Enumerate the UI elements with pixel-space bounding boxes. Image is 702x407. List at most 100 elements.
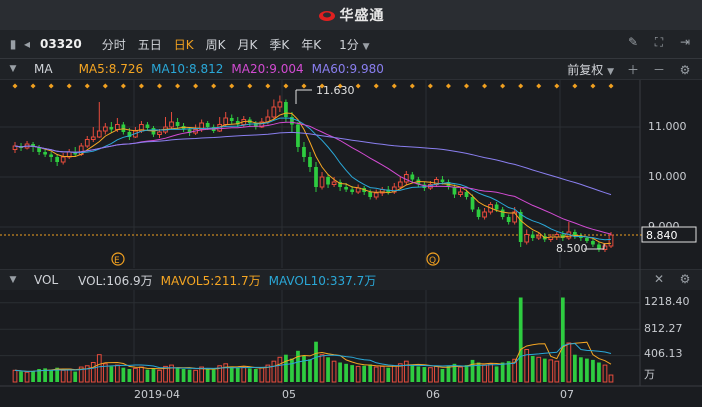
tab-period-monthly[interactable]: 月K <box>238 36 258 53</box>
ma5-line <box>14 112 612 245</box>
volume-bar <box>290 358 294 382</box>
candle-body <box>277 101 283 108</box>
candle-body <box>397 181 403 188</box>
title-bar: 华盛通 <box>0 0 702 30</box>
volume-bar <box>548 359 554 383</box>
volume-bar <box>403 360 409 383</box>
volume-bar <box>597 362 601 382</box>
high-annotation: 11.630 <box>316 84 355 97</box>
candle-body <box>338 182 342 187</box>
tab-period-quarterly[interactable]: 季K <box>269 36 289 53</box>
exit-icon[interactable]: ⇥ <box>678 35 692 49</box>
volume-bar <box>205 369 210 382</box>
panel-toggle-icon[interactable]: ▮ <box>6 37 20 51</box>
candle-body <box>133 130 138 138</box>
volume-bar <box>109 366 114 382</box>
candle-body <box>102 126 108 132</box>
volume-bar <box>331 360 337 383</box>
candle-body <box>512 211 518 223</box>
event-diamond-marker <box>464 83 470 89</box>
mavol10-line <box>14 342 612 372</box>
volume-bar <box>175 367 180 382</box>
candle-body <box>151 128 156 135</box>
volume-bar <box>602 364 608 383</box>
volume-bar <box>410 365 415 382</box>
gear-icon[interactable]: ⚙ <box>678 272 692 286</box>
interval-value: 1分 <box>339 37 359 52</box>
candle-body <box>139 124 144 132</box>
vol-value: VOL:106.9万 <box>78 273 153 288</box>
candle-body <box>344 187 348 190</box>
event-diamond-marker <box>301 83 307 89</box>
gear-icon[interactable]: ⚙ <box>678 63 692 77</box>
candle-body <box>554 234 560 238</box>
volume-bar <box>55 367 60 382</box>
candle-body <box>410 174 415 180</box>
fullscreen-icon[interactable]: ⛶ <box>652 35 666 49</box>
candle-body <box>157 131 162 135</box>
adjust-select[interactable]: 前复权 ▼ <box>567 61 614 78</box>
candle-body <box>452 187 457 195</box>
candle-body <box>163 126 168 133</box>
stock-code: 03320 <box>40 37 82 51</box>
volume-bar <box>247 368 252 382</box>
vol-tick-label: 1218.40 <box>644 295 690 308</box>
chevron-down-icon: ▼ <box>607 67 614 77</box>
volume-panel-bg <box>0 290 702 386</box>
candle-body <box>542 236 547 240</box>
volume-bar <box>560 297 565 382</box>
volume-bar <box>362 365 367 382</box>
volume-bar <box>470 359 475 382</box>
candle-body <box>181 126 186 130</box>
minus-icon[interactable]: － <box>652 63 666 77</box>
candle-body <box>440 179 445 182</box>
ma-label: MA <box>34 62 53 76</box>
pen-icon[interactable]: ✎ <box>626 35 640 49</box>
collapse-icon[interactable]: ▼ <box>6 273 20 287</box>
event-diamond-marker <box>193 83 199 89</box>
candlesticks <box>12 95 614 252</box>
volume-bar <box>296 350 300 382</box>
candle-body <box>573 232 577 236</box>
volume-bar <box>181 369 186 382</box>
candle-body <box>247 119 252 123</box>
x-tick-label: 2019-04 <box>134 388 180 401</box>
candle-body <box>78 145 84 155</box>
event-diamond-marker <box>445 83 451 89</box>
volume-bar <box>368 364 373 382</box>
event-diamond-marker <box>175 83 181 89</box>
tab-period-yearly[interactable]: 年K <box>301 36 321 53</box>
event-marker-e-label: E <box>114 256 120 266</box>
add-icon[interactable]: ＋ <box>626 63 640 77</box>
event-diamond-marker <box>337 83 343 89</box>
back-icon[interactable]: ◂ <box>20 37 34 51</box>
volume-bar <box>127 369 132 382</box>
volume-bar <box>338 362 342 382</box>
event-diamond-marker <box>518 83 524 89</box>
candle-body <box>66 151 72 158</box>
volume-bar <box>579 357 583 382</box>
price-tick-label: 11.000 <box>648 120 687 133</box>
candle-body <box>175 122 180 126</box>
event-diamond-marker <box>283 83 289 89</box>
interval-select[interactable]: 1分 ▼ <box>339 36 369 53</box>
candle-body <box>591 241 595 245</box>
event-diamond-marker <box>536 83 542 89</box>
volume-bar <box>488 363 493 383</box>
candle-body <box>373 192 379 198</box>
tab-period-intraday[interactable]: 分时 <box>102 36 126 53</box>
tab-period-weekly[interactable]: 周K <box>206 36 226 53</box>
event-diamond-marker <box>391 83 397 89</box>
chevron-down-icon: ▼ <box>362 41 370 52</box>
candle-body <box>434 179 439 185</box>
collapse-icon[interactable]: ▼ <box>6 62 20 76</box>
tab-period-5day[interactable]: 五日 <box>138 36 162 53</box>
candle-body <box>368 192 373 197</box>
price-tick-label: 10.000 <box>648 170 687 183</box>
volume-bar <box>19 371 23 382</box>
tab-period-daily[interactable]: 日K <box>174 36 194 53</box>
volume-bar <box>78 366 84 383</box>
candle-body <box>386 189 391 192</box>
volume-bar <box>446 365 451 382</box>
close-icon[interactable]: ✕ <box>652 272 666 286</box>
